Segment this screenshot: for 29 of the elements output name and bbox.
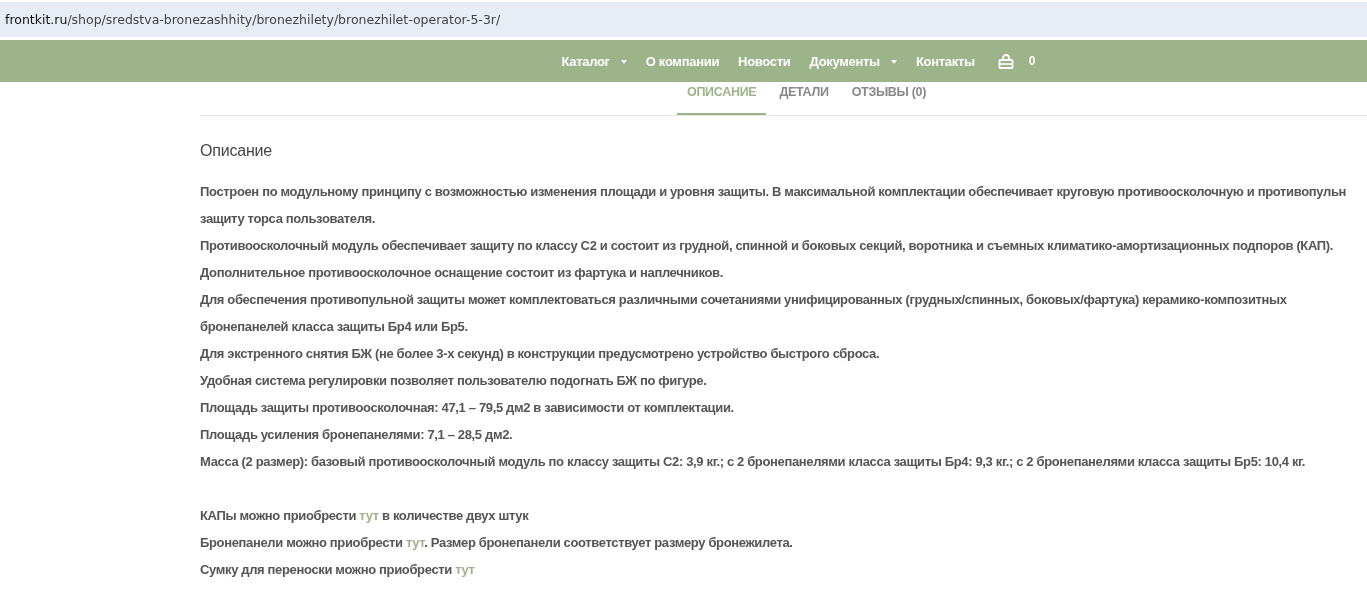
tab[interactable]: ОТЗЫВЫ (0): [841, 82, 937, 115]
paragraph: Дополнительное противоосколочное оснащение состоит из фартука и наплечников.: [200, 264, 724, 282]
paragraph: Удобная система регулировки позволяет пользователю подогнать БЖ по фигуре.: [200, 372, 708, 390]
paragraph: Бронепанели можно приобрести тут. Размер бронепанели соответствует размеру бронежилета.: [200, 534, 794, 552]
paragraph: Построен по модульному принципу с возможностью изменения площади и уровня защиты. В максимальной комплектации обеспечивает круговую противоосколочную и противопульн защиту торса пользователя.: [200, 183, 1348, 228]
paragraph: Для экстренного снятия БЖ (не более 3-х секунд) в конструкции предусмотрено устройство быстрого сброса.: [200, 345, 881, 363]
section-heading: Описание: [200, 142, 274, 160]
tab[interactable]: ДЕТАЛИ: [769, 82, 839, 115]
paragraph: Площадь усиления бронепанелями: 7,1 – 28,5 дм2.: [200, 426, 514, 444]
paragraph: Масса (2 размер): базовый противоосколочный модуль по классу защиты С2: 3,9 кг.; с 2 бронепанелями класса защиты Бр4: 9,3 кг.; с 2 бронепанелями класса защиты Бр5: 10,4 кг.: [200, 453, 1307, 471]
paragraph: КАПы можно приобрести тут в количестве двух штук: [200, 507, 530, 525]
address-bar[interactable]: frontkit.ru/shop/sredstva-bronezashhity/bronezhilety/bronezhilet-operator-5-3r/: [0, 2, 1367, 37]
paragraph: Противоосколочный модуль обеспечивает защиту по классу С2 и состоит из грудной, спинной и боковых секций, воротника и съемных климатико-амортизационных подпоров (КАП).: [200, 237, 1335, 255]
nav-link[interactable]: О компании: [645, 53, 720, 69]
cart-icon[interactable]: [997, 53, 1014, 69]
caret-icon: [890, 60, 897, 64]
nav-link[interactable]: Документы: [809, 53, 897, 69]
cart-count: 0: [1028, 54, 1036, 68]
link[interactable]: тут: [359, 508, 379, 523]
paragraph: Для обеспечения противопульной защиты может комплектоваться различными сочетаниями унифицированных (грудных/спинных, боковых/фартука) керамико-композитных бронепанелей класса защиты Бр4 или Бр5.: [200, 291, 1288, 336]
url-text: frontkit.ru/shop/sredstva-bronezashhity/bronezhilety/bronezhilet-operator-5-3r/: [5, 12, 501, 27]
nav-link[interactable]: Новости: [738, 53, 791, 69]
caret-icon: [620, 60, 627, 64]
tab[interactable]: ОПИСАНИЕ: [677, 82, 767, 115]
paragraph: Площадь защиты противоосколочная: 47,1 – 79,5 дм2 в зависимости от комплектации.: [200, 399, 735, 417]
nav-link[interactable]: Контакты: [915, 53, 975, 69]
nav-link[interactable]: Каталог: [561, 53, 627, 69]
link[interactable]: тут: [455, 562, 475, 577]
paragraph: Сумку для переноски можно приобрести тут: [200, 561, 476, 579]
